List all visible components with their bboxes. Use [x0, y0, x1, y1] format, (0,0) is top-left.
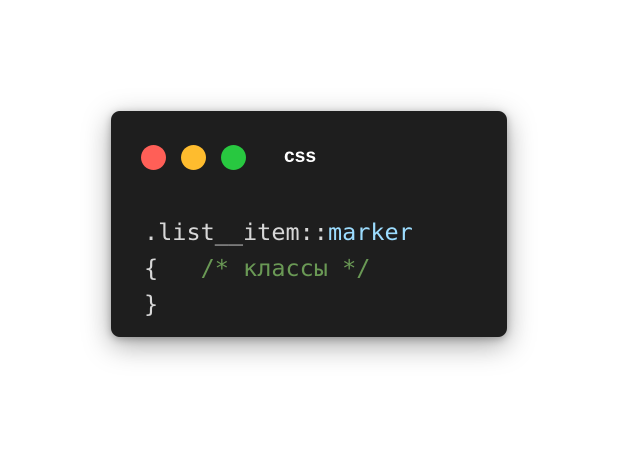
code-line-3: }: [144, 286, 413, 322]
minimize-window-button[interactable]: [181, 145, 206, 170]
code-line-2: { /* классы */: [144, 250, 413, 286]
open-brace: {: [144, 254, 159, 282]
code-window: css .list__item::marker{ /* классы */}: [111, 111, 507, 337]
canvas: css .list__item::marker{ /* классы */}: [0, 0, 618, 450]
title-bar: css: [111, 111, 507, 201]
language-label: css: [284, 146, 317, 167]
css-selector: .list__item::: [144, 218, 328, 246]
css-pseudo-element: marker: [327, 218, 413, 246]
close-brace: }: [144, 290, 159, 318]
code-line-1: .list__item::marker: [144, 214, 413, 250]
maximize-window-button[interactable]: [221, 145, 246, 170]
css-comment: /* классы */: [200, 254, 371, 282]
code-block: .list__item::marker{ /* классы */}: [144, 214, 413, 322]
close-window-button[interactable]: [141, 145, 166, 170]
